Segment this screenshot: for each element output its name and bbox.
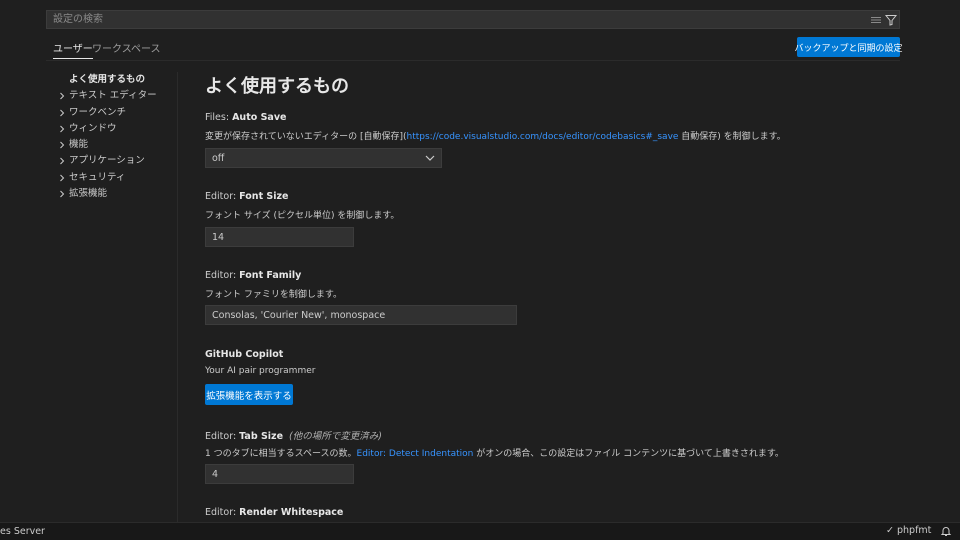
filter-icon[interactable] [884,13,898,27]
chevron-right-icon [60,190,65,198]
setting-name: Font Family [239,270,302,281]
select-value: off [212,153,225,164]
page-title: よく使用するもの [205,76,349,97]
setting-category: Editor: [205,431,240,442]
input-value: Consolas, 'Courier New', monospace [212,310,386,321]
tab-workspace[interactable]: ワークスペース [92,40,161,55]
status-language-server[interactable]: es Server [0,526,45,537]
setting-category: Editor: [205,507,240,518]
chevron-down-icon [425,155,435,161]
status-phpfmt[interactable]: ✓ phpfmt [886,525,931,536]
bell-icon[interactable] [940,525,952,540]
desc-text: 自動保存) を制御します。 [678,132,786,142]
setting-link[interactable]: Editor: Detect Indentation [357,449,474,459]
setting-desc-font-size: フォント サイズ (ピクセル単位) を制御します。 [205,211,400,221]
toc-item-window[interactable]: ウィンドウ [56,121,176,137]
desc-text: 1 つのタブに相当するスペースの数。 [205,449,357,459]
status-phpfmt-label: phpfmt [897,525,932,536]
toc-item-label: 拡張機能 [69,188,108,200]
setting-desc-tab-size: 1 つのタブに相当するスペースの数。Editor: Detect Indenta… [205,446,784,459]
tab-user[interactable]: ユーザー [53,40,93,59]
setting-category: Files: [205,112,233,123]
check-icon: ✓ [886,525,894,536]
setting-title-auto-save: Files: Auto Save [205,112,286,123]
font-family-input[interactable]: Consolas, 'Courier New', monospace [205,305,517,325]
setting-name: Auto Save [232,112,287,123]
modified-elsewhere-indicator[interactable]: (他の場所で変更済み) [289,431,382,442]
desc-text: がオンの場合、この設定はファイル コンテンツに基づいて上書きされます。 [473,449,784,459]
setting-desc-copilot: Your AI pair programmer [205,366,316,376]
toc-item-commonly-used[interactable]: よく使用するもの [56,72,176,88]
setting-title-font-size: Editor: Font Size [205,191,289,202]
toc-item-application[interactable]: アプリケーション [56,153,176,169]
toc-item-label: ワークベンチ [69,106,127,118]
settings-search[interactable] [46,10,900,29]
chevron-right-icon [60,158,65,165]
toc-item-label: 機能 [69,139,89,151]
auto-save-select[interactable]: off [205,148,442,168]
setting-name: GitHub Copilot [205,349,284,360]
toc-item-label: セキュリティ [69,171,126,183]
setting-title-copilot: GitHub Copilot [205,349,283,360]
chevron-right-icon [60,141,65,149]
chevron-right-icon [60,109,65,116]
font-size-input[interactable]: 14 [205,227,354,247]
toc-item-security[interactable]: セキュリティ [56,170,176,186]
setting-name: Render Whitespace [239,507,344,518]
toc-divider [177,72,178,522]
chevron-right-icon [60,125,65,133]
chevron-right-icon [60,174,65,182]
header-divider [46,60,900,61]
list-filter-icon[interactable] [869,13,883,27]
setting-title-tab-size: Editor: Tab Size (他の場所で変更済み) [205,428,382,442]
desc-text: 変更が保存されていないエディターの [自動保存]( [205,132,407,142]
docs-link[interactable]: https://code.visualstudio.com/docs/edito… [407,132,679,142]
show-extension-button[interactable]: 拡張機能を表示する [205,384,293,405]
settings-toc: よく使用するもの テキスト エディター ワークベンチ ウィンドウ 機能 アプリケ… [56,72,176,202]
setting-title-render-whitespace: Editor: Render Whitespace [205,507,343,518]
status-bar: es Server ✓ phpfmt [0,522,960,540]
setting-desc-font-family: フォント ファミリを制御します。 [205,290,342,300]
toc-item-workbench[interactable]: ワークベンチ [56,105,176,121]
toc-item-features[interactable]: 機能 [56,137,176,153]
setting-desc-auto-save: 変更が保存されていないエディターの [自動保存](https://code.vi… [205,129,786,142]
toc-item-label: アプリケーション [69,155,145,167]
setting-category: Editor: [205,270,240,281]
setting-title-font-family: Editor: Font Family [205,270,301,281]
setting-name: Tab Size [239,431,284,442]
chevron-right-icon [60,92,65,100]
toc-item-extensions[interactable]: 拡張機能 [56,186,176,202]
tab-size-input[interactable]: 4 [205,464,354,484]
backup-sync-button[interactable]: バックアップと同期の設定 [795,37,903,57]
input-value: 4 [212,469,219,480]
toc-item-label: テキスト エディター [69,90,157,102]
toc-item-text-editor[interactable]: テキスト エディター [56,88,176,104]
setting-category: Editor: [205,191,240,202]
setting-name: Font Size [239,191,289,202]
toc-item-label: ウィンドウ [69,122,117,134]
input-value: 14 [212,232,225,243]
search-input[interactable] [53,12,833,27]
